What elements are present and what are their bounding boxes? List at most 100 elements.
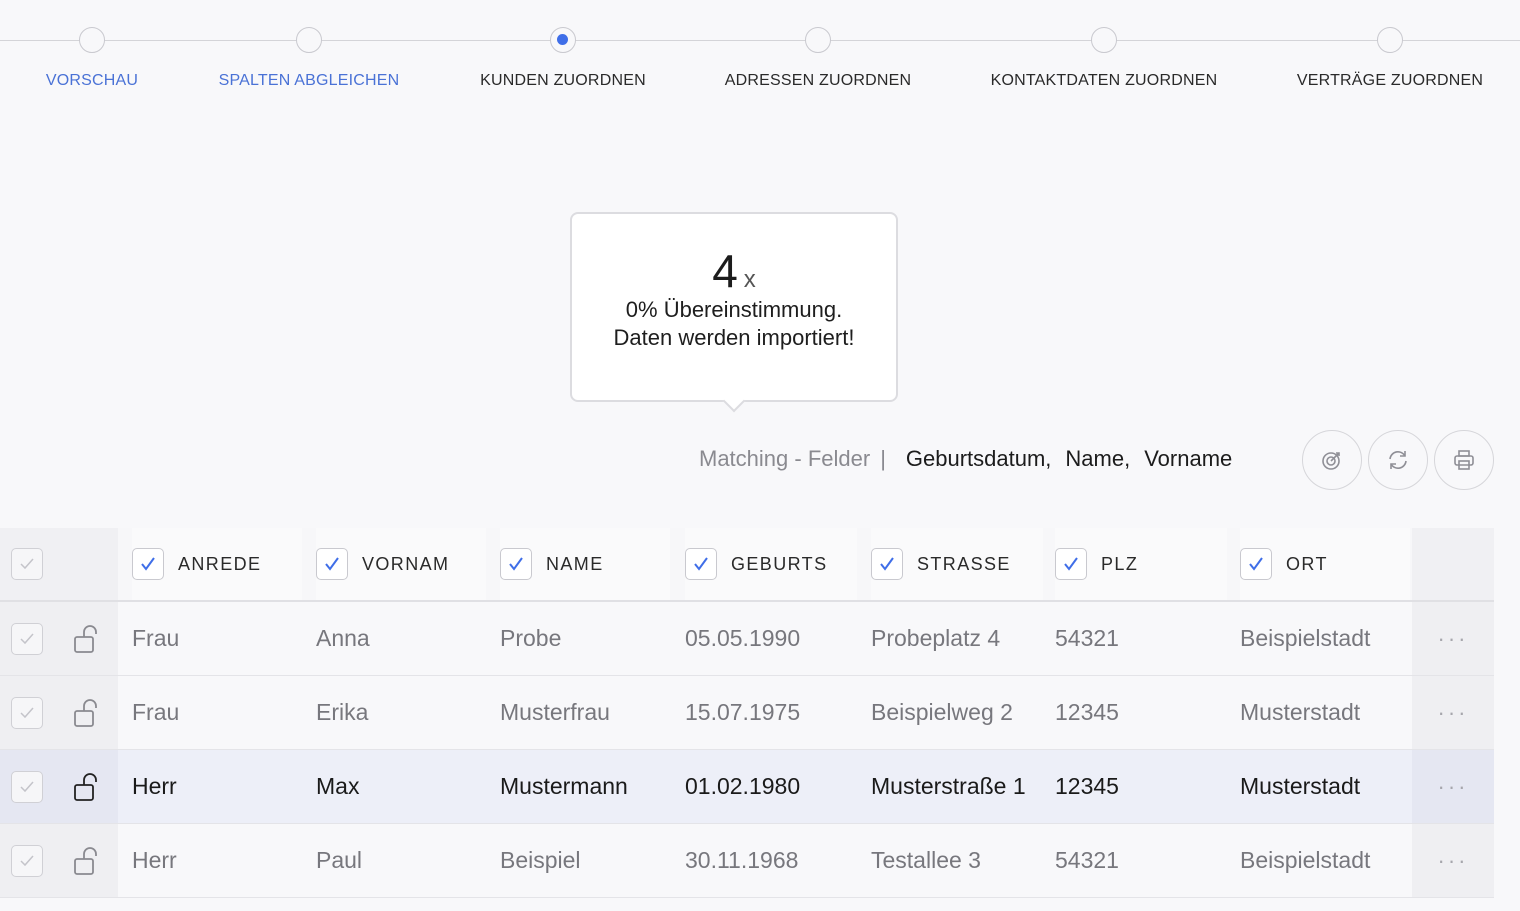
check-icon — [20, 633, 34, 644]
step-vertraege-zuordnen[interactable]: VERTRÄGE ZUORDNEN — [1260, 27, 1520, 90]
column-checkbox-geburtsdatum[interactable] — [685, 548, 717, 580]
step-dot — [79, 27, 105, 53]
row-select-cell — [0, 824, 54, 897]
unlock-icon — [74, 624, 97, 653]
cell-ort: Musterstadt — [1240, 699, 1361, 725]
cell-geburtsdatum: 01.02.1980 — [685, 773, 801, 799]
column-label: ANREDE — [178, 553, 262, 574]
import-stepper: VORSCHAU SPALTEN ABGLEICHEN KUNDEN ZUORD… — [0, 0, 1520, 110]
step-label: VERTRÄGE ZUORDNEN — [1296, 72, 1484, 89]
step-dot — [1091, 27, 1117, 53]
step-adressen-zuordnen[interactable]: ADRESSEN ZUORDNEN — [688, 27, 948, 90]
column-header-ort[interactable]: ORT — [1240, 528, 1410, 600]
actions-header-cell — [1412, 528, 1494, 600]
cell-plz: 54321 — [1055, 625, 1119, 651]
cell-ort: Musterstadt — [1240, 773, 1361, 799]
cell-ort: Beispielstadt — [1240, 847, 1371, 873]
check-icon — [141, 557, 155, 571]
column-checkbox-strasse[interactable] — [871, 548, 903, 580]
column-label: GEBURTS — [731, 553, 828, 574]
step-dot — [296, 27, 322, 53]
column-header-anrede[interactable]: ANREDE — [132, 528, 302, 600]
target-icon — [1322, 452, 1340, 470]
cell-strasse: Testallee 3 — [871, 847, 981, 873]
cell-vorname: Max — [316, 773, 360, 799]
cell-ort: Beispielstadt — [1240, 625, 1371, 651]
check-icon — [1249, 557, 1263, 571]
cell-name: Mustermann — [500, 773, 628, 799]
column-header-vorname[interactable]: VORNAM — [316, 528, 486, 600]
duplicate-count-multiplier: x — [743, 266, 756, 293]
table-row-highlighted[interactable]: Herr Max Mustermann 01.02.1980 Musterstr… — [0, 750, 1494, 824]
check-icon — [20, 781, 34, 792]
cell-strasse: Probeplatz 4 — [871, 625, 1001, 651]
match-tooltip: 4x 0% Übereinstimmung. Daten werden impo… — [570, 212, 898, 402]
column-checkbox-name[interactable] — [500, 548, 532, 580]
match-percentage-text: 0% Übereinstimmung. — [625, 297, 843, 322]
row-more-button[interactable]: ··· — [1412, 602, 1494, 675]
step-kontaktdaten-zuordnen[interactable]: KONTAKTDATEN ZUORDNEN — [974, 27, 1234, 90]
print-button[interactable] — [1434, 430, 1494, 490]
row-more-button[interactable]: ··· — [1412, 824, 1494, 897]
select-all-cell — [0, 528, 54, 600]
unlock-icon — [74, 846, 97, 875]
check-icon — [325, 557, 339, 571]
column-checkbox-plz[interactable] — [1055, 548, 1087, 580]
cell-name: Beispiel — [500, 847, 581, 873]
cell-anrede: Herr — [132, 847, 177, 873]
row-lock-cell[interactable] — [54, 602, 118, 675]
table-row[interactable]: Frau Anna Probe 05.05.1990 Probeplatz 4 … — [0, 602, 1494, 676]
column-label: PLZ — [1101, 553, 1139, 574]
column-header-name[interactable]: NAME — [500, 528, 670, 600]
row-lock-cell[interactable] — [54, 676, 118, 749]
column-checkbox-vorname[interactable] — [316, 548, 348, 580]
row-lock-cell[interactable] — [54, 750, 118, 823]
cell-geburtsdatum: 30.11.1968 — [685, 847, 799, 873]
row-checkbox[interactable] — [11, 622, 43, 655]
refresh-button[interactable] — [1368, 430, 1428, 490]
cell-plz: 12345 — [1055, 699, 1119, 725]
matching-field-vorname: Vorname — [1144, 446, 1233, 471]
cell-vorname: Erika — [316, 699, 369, 725]
row-lock-cell[interactable] — [54, 824, 118, 897]
step-dot-active — [550, 27, 576, 53]
row-checkbox[interactable] — [11, 844, 43, 877]
check-icon — [20, 855, 34, 866]
column-checkbox-ort[interactable] — [1240, 548, 1272, 580]
duplicate-count: 4x — [572, 244, 896, 297]
row-checkbox[interactable] — [11, 696, 43, 729]
table-header: ANREDE VORNAM NAME GEBURTS STRASSE PLZ O… — [0, 528, 1494, 602]
check-icon — [20, 558, 34, 570]
row-more-button[interactable]: ··· — [1412, 676, 1494, 749]
cell-vorname: Anna — [316, 625, 370, 651]
step-label: KONTAKTDATEN ZUORDNEN — [990, 72, 1218, 89]
matching-fields-label: Matching - Felder — [699, 446, 871, 471]
column-header-plz[interactable]: PLZ — [1055, 528, 1227, 600]
refresh-icon — [1389, 451, 1407, 469]
cell-vorname: Paul — [316, 847, 363, 873]
column-label: VORNAM — [362, 553, 450, 574]
table-row[interactable]: Frau Erika Musterfrau 15.07.1975 Beispie… — [0, 676, 1494, 750]
column-header-geburtsdatum[interactable]: GEBURTS — [685, 528, 857, 600]
cell-anrede: Frau — [132, 625, 180, 651]
target-button[interactable] — [1302, 430, 1362, 490]
unlock-icon — [74, 698, 97, 727]
cell-anrede: Frau — [132, 699, 180, 725]
cell-plz: 54321 — [1055, 847, 1119, 873]
step-spalten-abgleichen[interactable]: SPALTEN ABGLEICHEN — [179, 27, 439, 90]
step-kunden-zuordnen[interactable]: KUNDEN ZUORDNEN — [433, 27, 693, 90]
table-row[interactable]: Herr Paul Beispiel 30.11.1968 Testallee … — [0, 824, 1494, 898]
column-checkbox-anrede[interactable] — [132, 548, 164, 580]
row-more-button[interactable]: ··· — [1412, 750, 1494, 823]
check-icon — [20, 707, 34, 718]
column-label: NAME — [546, 553, 604, 574]
cell-geburtsdatum: 15.07.1975 — [685, 699, 801, 725]
select-all-checkbox[interactable] — [11, 548, 43, 580]
matching-field-name: Name, — [1065, 446, 1131, 471]
column-header-strasse[interactable]: STRASSE — [871, 528, 1043, 600]
check-icon — [509, 557, 523, 571]
duplicate-count-number: 4 — [712, 245, 738, 297]
step-dot — [805, 27, 831, 53]
row-checkbox[interactable] — [11, 770, 43, 803]
cell-name: Probe — [500, 625, 562, 651]
